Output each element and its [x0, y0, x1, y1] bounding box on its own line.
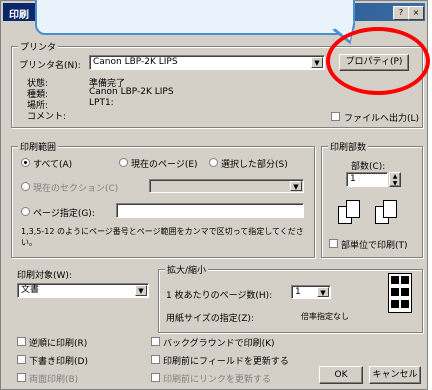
section-dropdown[interactable]: ▼	[149, 179, 304, 193]
pages-per-sheet-label: 1 枚あたりのページ数(H):	[166, 291, 273, 301]
update-fields-checkbox[interactable]	[151, 355, 160, 364]
selection-radio[interactable]	[209, 158, 218, 167]
ok-button[interactable]: OK	[319, 366, 363, 384]
chevron-down-icon: ▼	[290, 181, 302, 191]
current-page-radio[interactable]	[119, 158, 128, 167]
location-value: LPT1:	[89, 98, 114, 108]
cancel-button[interactable]: キャンセル	[369, 366, 421, 384]
background-checkbox[interactable]	[151, 337, 160, 346]
collate-page-icon	[346, 200, 360, 218]
copies-spinner[interactable]: ▲ ▼	[389, 172, 401, 187]
all-pages-label: すべて(A)	[33, 160, 73, 170]
page-range-group-label: 印刷範囲	[18, 140, 59, 153]
pages-per-sheet-value: 1	[295, 287, 301, 297]
page-numbers-input[interactable]	[116, 203, 304, 218]
dialog-title: 印刷	[9, 10, 29, 21]
scale-value: 倍率指定なし	[301, 312, 349, 321]
update-links-label: 印刷前にリンクを更新する	[163, 375, 272, 385]
comment-label: コメント:	[27, 112, 67, 122]
chevron-down-icon: ▼	[135, 285, 147, 296]
current-page-label: 現在のページ(E)	[131, 160, 198, 170]
printer-name-dropdown[interactable]: Canon LBP-2K LIPS ▼	[89, 55, 325, 70]
zoom-group-label: 拡大/縮小	[165, 263, 209, 276]
all-pages-radio[interactable]	[21, 158, 30, 167]
annotation-highlight-ring	[326, 27, 430, 95]
both-sides-label: 両面印刷(B)	[29, 375, 79, 385]
reverse-label: 逆順に印刷(R)	[29, 339, 88, 349]
collate-checkbox[interactable]	[329, 239, 338, 248]
close-button[interactable]: ×	[408, 6, 424, 20]
copies-group-label: 印刷部数	[328, 140, 369, 153]
print-what-label: 印刷対象(W):	[17, 271, 72, 281]
both-sides-checkbox[interactable]	[17, 373, 26, 382]
page-layout-icon	[388, 273, 412, 313]
type-value: Canon LBP-2K LIPS	[89, 87, 174, 97]
draft-checkbox[interactable]	[17, 355, 26, 364]
page-numbers-radio[interactable]	[21, 207, 30, 216]
annotation-callout	[35, 0, 355, 35]
update-links-checkbox[interactable]	[151, 373, 160, 382]
scale-label: 用紙サイズの指定(Z):	[166, 314, 254, 324]
print-what-value: 文書	[21, 285, 40, 295]
print-what-dropdown[interactable]: 文書 ▼	[17, 283, 149, 298]
current-section-label: 現在のセクション(C)	[33, 184, 119, 194]
copies-count-value: 1	[350, 174, 356, 184]
current-section-radio[interactable]	[21, 182, 30, 191]
copies-count-label: 部数(C):	[351, 162, 386, 172]
collate-page-icon	[383, 200, 397, 218]
print-to-file-checkbox[interactable]	[331, 112, 340, 121]
reverse-checkbox[interactable]	[17, 337, 26, 346]
copies-count-input[interactable]: 1	[346, 172, 388, 187]
print-to-file-label: ファイルへ出力(L)	[344, 114, 420, 124]
draft-label: 下書き印刷(D)	[29, 357, 88, 367]
selection-label: 選択した部分(S)	[221, 160, 288, 170]
help-button[interactable]: ?	[393, 6, 409, 20]
chevron-down-icon: ▼	[317, 287, 329, 297]
background-label: バックグラウンドで印刷(K)	[163, 339, 275, 349]
printer-group-label: プリンタ	[18, 40, 59, 53]
chevron-down-icon: ▼	[311, 57, 323, 68]
printer-name-value: Canon LBP-2K LIPS	[93, 57, 178, 67]
pages-per-sheet-dropdown[interactable]: 1 ▼	[291, 285, 331, 299]
page-numbers-label: ページ指定(G):	[33, 209, 95, 219]
page-range-hint: 1,3,5-12 のようにページ番号とページ範囲をカンマで区切って指定してくださ…	[21, 227, 304, 247]
collate-label: 部単位で印刷(T)	[341, 241, 408, 251]
update-fields-label: 印刷前にフィールドを更新する	[163, 357, 289, 367]
printer-name-label: プリンタ名(N):	[19, 61, 81, 71]
